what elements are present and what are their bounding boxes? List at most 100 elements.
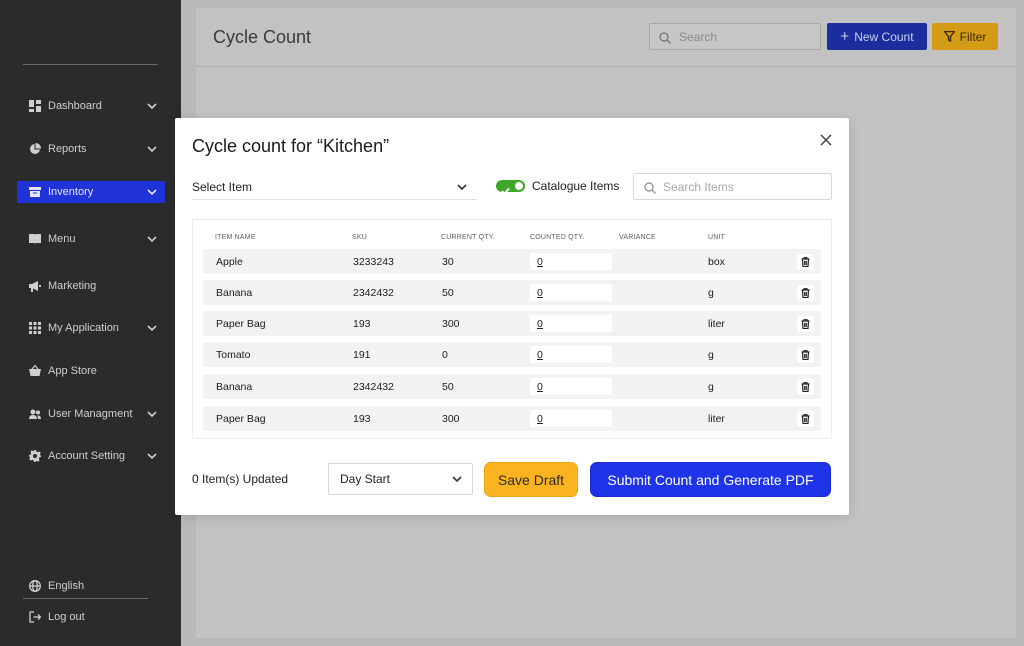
submit-count-button[interactable]: Submit Count and Generate PDF: [590, 462, 831, 497]
search-items-field[interactable]: [663, 179, 823, 194]
chevron-down-icon: [147, 101, 157, 111]
table-row: Apple 3233243 30 box: [203, 249, 821, 274]
filter-icon: [943, 31, 955, 42]
page-title: Cycle Count: [213, 27, 312, 47]
cycle-count-modal: Cycle count for “Kitchen” Select Item Ca…: [175, 118, 849, 515]
new-count-button[interactable]: + New Count: [827, 23, 927, 50]
delete-row-button[interactable]: [797, 411, 814, 427]
filter-label: Filter: [959, 29, 987, 44]
sidebar-item-menu[interactable]: Menu: [17, 228, 165, 250]
sidebar-bottom-divider: [23, 598, 148, 599]
item-sku: 3233243: [353, 256, 394, 268]
pie-chart-icon: [29, 143, 41, 155]
item-sku: 2342432: [353, 381, 394, 393]
sidebar-item-label: Account Setting: [48, 450, 126, 462]
select-item-dropdown[interactable]: Select Item: [192, 174, 477, 200]
sidebar-item-label: Reports: [48, 143, 87, 155]
catalogue-items-toggle[interactable]: [496, 180, 525, 195]
column-header: CURRENT QTY.: [441, 234, 495, 241]
item-name: Paper Bag: [216, 413, 266, 425]
sidebar: Dashboard Reports Inventory Menu Marketi…: [0, 0, 181, 646]
delete-row-button[interactable]: [797, 379, 814, 395]
gear-icon: [29, 450, 41, 462]
item-sku: 193: [353, 318, 371, 330]
counted-qty-input[interactable]: [530, 315, 612, 332]
sidebar-item-user-managment[interactable]: User Managment: [17, 403, 165, 425]
item-current-qty: 300: [442, 413, 460, 425]
delete-row-button[interactable]: [797, 254, 814, 270]
column-header: COUNTED QTY.: [530, 234, 585, 241]
header-divider: [196, 66, 1016, 67]
trash-icon: [801, 257, 810, 267]
table-row: Paper Bag 193 300 liter: [203, 406, 821, 431]
item-current-qty: 50: [442, 287, 454, 299]
grid-icon: [29, 322, 41, 334]
save-draft-button[interactable]: Save Draft: [484, 462, 578, 497]
item-unit: liter: [708, 318, 725, 330]
filter-button[interactable]: Filter: [932, 23, 998, 50]
sidebar-item-reports[interactable]: Reports: [17, 138, 165, 160]
trash-icon: [801, 350, 810, 360]
item-name: Banana: [216, 381, 253, 393]
chevron-down-icon: [147, 451, 157, 461]
column-header: UNIT: [708, 234, 726, 241]
sidebar-item-app-store[interactable]: App Store: [17, 360, 165, 382]
item-unit: g: [708, 287, 714, 299]
users-icon: [29, 408, 41, 420]
items-table: ITEM NAME SKU CURRENT QTY. COUNTED QTY. …: [192, 219, 832, 439]
trash-icon: [801, 288, 810, 298]
sidebar-item-marketing[interactable]: Marketing: [17, 275, 165, 297]
table-header: ITEM NAME SKU CURRENT QTY. COUNTED QTY. …: [193, 234, 833, 246]
delete-row-button[interactable]: [797, 285, 814, 301]
counted-qty-input[interactable]: [530, 346, 612, 363]
table-row: Paper Bag 193 300 liter: [203, 311, 821, 336]
toggle-knob: [515, 182, 523, 190]
search-items-input[interactable]: [633, 173, 832, 200]
trash-icon: [801, 414, 810, 424]
select-item-label: Select Item: [192, 179, 253, 194]
counted-qty-input[interactable]: [530, 378, 612, 395]
sidebar-item-label: My Application: [48, 322, 119, 334]
counted-qty-input[interactable]: [530, 253, 612, 270]
items-updated-count: 0 Item(s) Updated: [192, 472, 289, 486]
close-icon[interactable]: [819, 133, 833, 147]
search-field[interactable]: [679, 29, 809, 44]
item-current-qty: 30: [442, 256, 454, 268]
sidebar-item-my-application[interactable]: My Application: [17, 317, 165, 339]
plus-icon: +: [840, 28, 850, 45]
counted-qty-input[interactable]: [530, 284, 612, 301]
table-row: Banana 2342432 50 g: [203, 280, 821, 305]
new-count-label: New Count: [854, 29, 914, 44]
logout-button[interactable]: Log out: [17, 607, 165, 627]
day-select-value: Day Start: [340, 472, 391, 486]
search-input[interactable]: [649, 23, 821, 50]
dashboard-icon: [29, 100, 41, 112]
sidebar-item-label: App Store: [48, 365, 97, 377]
search-icon: [659, 31, 671, 44]
item-current-qty: 50: [442, 381, 454, 393]
chevron-down-icon: [452, 476, 462, 483]
logout-label: Log out: [48, 611, 85, 623]
day-select-dropdown[interactable]: Day Start: [328, 463, 473, 495]
column-header: ITEM NAME: [215, 234, 256, 241]
item-current-qty: 300: [442, 318, 460, 330]
trash-icon: [801, 382, 810, 392]
delete-row-button[interactable]: [797, 316, 814, 332]
search-icon: [644, 181, 656, 194]
language-selector[interactable]: English: [17, 576, 165, 596]
archive-icon: [29, 186, 41, 198]
item-unit: liter: [708, 413, 725, 425]
catalogue-items-label: Catalogue Items: [532, 179, 620, 193]
item-unit: g: [708, 381, 714, 393]
sidebar-item-inventory[interactable]: Inventory: [17, 181, 165, 203]
item-sku: 191: [353, 349, 371, 361]
counted-qty-input[interactable]: [530, 410, 612, 427]
item-unit: box: [708, 256, 725, 268]
sidebar-item-account-setting[interactable]: Account Setting: [17, 445, 165, 467]
logout-icon: [29, 611, 42, 623]
item-name: Tomato: [216, 349, 251, 361]
sidebar-item-dashboard[interactable]: Dashboard: [17, 95, 165, 117]
delete-row-button[interactable]: [797, 347, 814, 363]
column-header: SKU: [352, 234, 367, 241]
chevron-down-icon: [147, 234, 157, 244]
